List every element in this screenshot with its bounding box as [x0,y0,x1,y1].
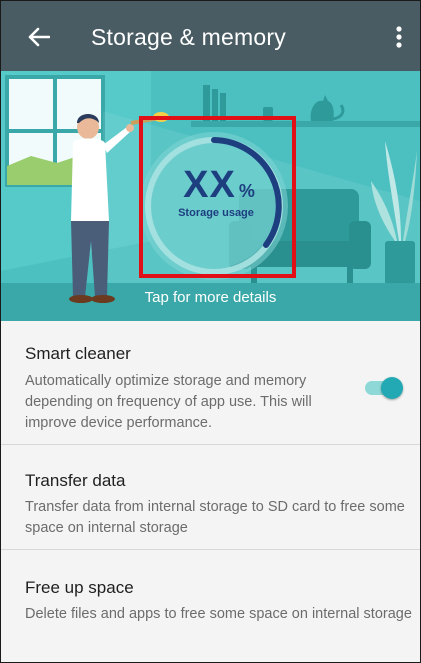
toggle-thumb [381,377,403,399]
setting-description: Automatically optimize storage and memor… [25,373,312,431]
setting-title: Transfer data [25,471,126,490]
setting-title: Free up space [25,578,134,597]
setting-transfer-data[interactable]: Transfer data Transfer data from interna… [1,445,420,550]
page-title: Storage & memory [91,24,286,50]
setting-smart-cleaner[interactable]: Smart cleaner Automatically optimize sto… [1,321,420,445]
setting-free-up-space[interactable]: Free up space Delete files and apps to f… [1,550,420,660]
more-vert-icon [396,25,402,53]
setting-description: Delete files and apps to free some space… [25,606,412,622]
highlight-box [139,116,296,278]
settings-list: Smart cleaner Automatically optimize sto… [1,321,420,660]
screen: Storage & memory XX % Storage usage Tap … [0,0,421,663]
smart-cleaner-toggle[interactable] [365,375,405,401]
storage-usage-card[interactable]: XX% Storage usage Tap for more details [1,71,420,321]
back-button[interactable] [19,21,59,57]
more-options-button[interactable] [384,21,414,57]
app-bar: Storage & memory [1,1,420,71]
more-details-link[interactable]: Tap for more details [1,289,420,306]
arrow-left-icon [28,27,51,52]
setting-title: Smart cleaner [25,344,131,363]
setting-description: Transfer data from internal storage to S… [25,499,405,536]
